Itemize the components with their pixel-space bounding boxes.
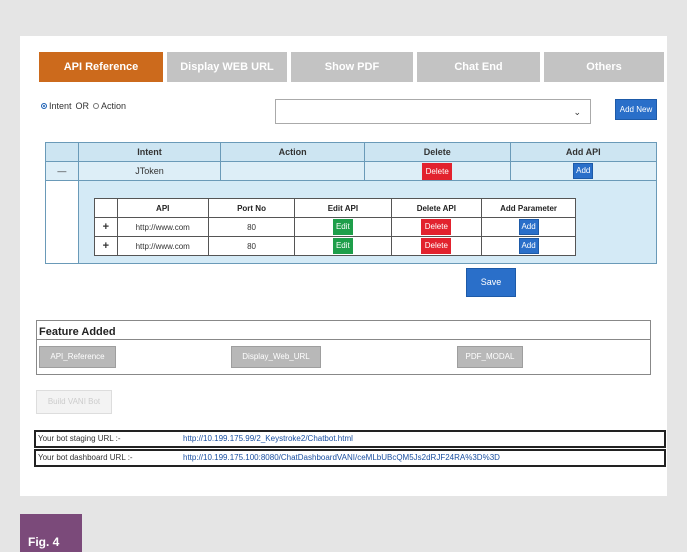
dashboard-url-link[interactable]: http://10.199.175.100:8080/ChatDashboard… [183,451,500,465]
intent-radio-label: Intent [49,101,72,111]
delete-api-button[interactable]: Delete [421,238,452,254]
api-cell: http://www.com [116,236,209,256]
add-api-column-header: Add API [509,142,658,162]
bot-builder-panel: API Reference Display WEB URL Show PDF C… [20,36,667,496]
staging-url-row: Your bot staging URL :- http://10.199.17… [34,430,666,448]
delete-cell: Delete [363,161,511,181]
intent-action-toggle: Intent OR Action [41,101,126,111]
add-cell: Add [481,217,576,237]
action-radio-label: Action [101,101,127,111]
feature-chip-display-web-url[interactable]: Display_Web_URL [231,346,321,368]
feature-added-title: Feature Added [39,326,116,338]
api-table: API Port No Edit API Delete API Add Para… [94,198,576,256]
tab-bar: API Reference Display WEB URL Show PDF C… [39,52,664,82]
figure-label-tag: Fig. 4 [20,514,82,552]
port-cell: 80 [207,236,296,256]
api-cell: http://www.com [116,217,209,237]
delete-intent-button[interactable]: Delete [422,162,453,180]
toggle-column-header [45,142,79,162]
save-button[interactable]: Save [466,268,516,297]
intent-select[interactable]: ⌄ [275,99,591,124]
add-cell: Add [481,236,576,256]
build-vani-bot-button[interactable]: Build VANI Bot [36,390,112,414]
dashboard-url-row: Your bot dashboard URL :- http://10.199.… [34,449,666,467]
tab-others[interactable]: Others [544,52,664,82]
tab-chat-end[interactable]: Chat End [417,52,540,82]
table-row: — JToken Delete Add [45,161,658,181]
intent-column-header: Intent [77,142,222,162]
add-parameter-button[interactable]: Add [518,219,539,235]
edit-cell: Edit [294,217,392,237]
feature-added-box: Feature Added API_Reference Display_Web_… [36,320,651,375]
collapse-toggle[interactable]: — [45,161,79,181]
dashboard-url-label: Your bot dashboard URL :- [38,453,133,462]
table-row: + http://www.com 80 Edit Delete Add [94,217,576,237]
nested-spacer [45,180,79,264]
add-parameter-column-header: Add Parameter [481,198,576,218]
action-column-header: Action [220,142,365,162]
intent-cell: JToken [77,161,222,181]
add-api-cell: Add [509,161,658,181]
figure-label: Fig. 4 [28,535,60,549]
delete-cell: Delete [390,217,483,237]
edit-cell: Edit [294,236,392,256]
edit-api-button[interactable]: Edit [332,238,353,254]
delete-column-header: Delete [363,142,511,162]
api-column-header: API [116,198,209,218]
feature-chip-api-reference[interactable]: API_Reference [39,346,116,368]
delete-api-button[interactable]: Delete [421,219,452,235]
expand-toggle[interactable]: + [94,217,118,237]
action-radio[interactable] [93,103,100,109]
add-api-button[interactable]: Add [573,163,594,179]
edit-api-column-header: Edit API [294,198,392,218]
table-row: + http://www.com 80 Edit Delete Add [94,236,576,256]
add-new-button[interactable]: Add New [615,99,657,120]
divider [37,339,650,340]
expand-toggle[interactable]: + [94,236,118,256]
add-parameter-button[interactable]: Add [518,238,539,254]
expand-column-header [94,198,118,218]
feature-chip-pdf-modal[interactable]: PDF_MODAL [457,346,523,368]
tab-api-reference[interactable]: API Reference [39,52,163,82]
edit-api-button[interactable]: Edit [332,219,353,235]
staging-url-label: Your bot staging URL :- [38,434,121,443]
tab-show-pdf[interactable]: Show PDF [291,52,413,82]
intent-radio[interactable] [41,103,47,109]
chevron-down-icon: ⌄ [573,107,581,117]
port-column-header: Port No [207,198,296,218]
tab-display-web-url[interactable]: Display WEB URL [167,52,287,82]
action-cell [220,161,365,181]
port-cell: 80 [207,217,296,237]
delete-api-column-header: Delete API [390,198,483,218]
delete-cell: Delete [390,236,483,256]
staging-url-link[interactable]: http://10.199.175.99/2_Keystroke2/Chatbo… [183,432,353,446]
or-label: OR [75,101,90,111]
